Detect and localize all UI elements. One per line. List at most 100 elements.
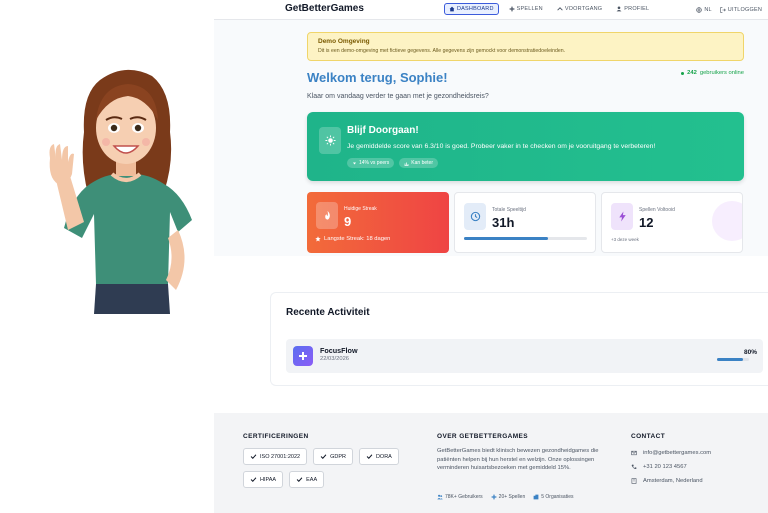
nav-voortgang-label: VOORTGANG: [564, 6, 603, 12]
certifications-title: CERTIFICERINGEN: [243, 433, 309, 440]
motivation-badges: 14% vs peers Kan beter: [347, 158, 438, 168]
cert-label: EAA: [306, 476, 318, 483]
lightning-icon: [611, 203, 633, 230]
nav-voortgang[interactable]: VOORTGANG: [553, 3, 606, 15]
home-icon: [449, 6, 455, 12]
check-icon: [250, 477, 257, 482]
games-value: 12: [639, 215, 654, 230]
top-navigation: GetBetterGames DASHBOARD SPELLEN VOORTGA…: [214, 0, 768, 20]
contact-title: CONTACT: [631, 433, 666, 440]
cert-label: ISO 27001:2022: [260, 453, 301, 460]
nav-spellen[interactable]: SPELLEN: [505, 3, 547, 15]
longest-streak-text: Langste Streak: 18 dagen: [324, 236, 391, 242]
decorative-circle: [712, 201, 742, 241]
main-nav: DASHBOARD SPELLEN VOORTGANG PROFIEL: [444, 3, 653, 15]
users-stat-label: 78K+ Gebruikers: [445, 494, 483, 500]
logout-button[interactable]: UITLOGGEN: [720, 4, 762, 16]
avatar-illustration: [49, 69, 192, 314]
welcome-title: Welkom terug, Sophie!: [307, 70, 448, 85]
dashboard-main: Demo Omgeving Dit is een demo-omgeving m…: [214, 20, 768, 256]
contact-email[interactable]: info@getbettergames.com: [631, 446, 711, 460]
about-title: OVER GETBETTERGAMES: [437, 433, 529, 440]
games-stat: 20+ Spellen: [491, 494, 525, 500]
online-count: 242: [687, 70, 697, 76]
building-icon: [631, 478, 637, 484]
cert-badge: EAA: [289, 471, 325, 488]
brand-logo[interactable]: GetBetterGames: [285, 3, 364, 14]
language-switch[interactable]: NL: [696, 4, 712, 16]
users-icon: [437, 494, 443, 500]
organisations-stat-label: 5 Organisaties: [541, 494, 574, 500]
activity-progress-fill: [717, 358, 743, 361]
contact-address: Amsterdam, Nederland: [631, 474, 711, 488]
online-label: gebruikers online: [699, 70, 744, 76]
playtime-value: 31h: [492, 215, 515, 230]
top-right-actions: NL UITLOGGEN: [696, 4, 762, 16]
demo-notice: Demo Omgeving Dit is een demo-omgeving m…: [307, 32, 744, 61]
activity-percent: 80%: [743, 349, 757, 356]
games-card: Spellen Voltooid 12 +3 deze week: [601, 192, 743, 253]
building-icon: [533, 494, 539, 500]
language-label: NL: [704, 7, 712, 13]
cert-label: HIPAA: [260, 476, 277, 483]
check-icon: [250, 454, 257, 459]
check-icon: [296, 477, 303, 482]
peer-badge: 14% vs peers: [347, 158, 395, 168]
star-icon: [315, 236, 321, 242]
gamepad-icon: [509, 6, 515, 12]
demo-text: Dit is een demo-omgeving met fictieve ge…: [318, 48, 566, 54]
organisations-stat: 5 Organisaties: [533, 494, 573, 500]
about-text: GetBetterGames biedt klinisch bewezen ge…: [437, 448, 599, 472]
demo-title: Demo Omgeving: [318, 38, 370, 45]
sun-icon: [319, 127, 341, 154]
phone-icon: [631, 464, 637, 469]
check-icon: [320, 454, 327, 459]
activity-item[interactable]: FocusFlow 22/03/2026 80%: [286, 339, 763, 373]
nav-profiel[interactable]: PROFIEL: [612, 3, 653, 15]
cert-badge: HIPAA: [243, 471, 284, 488]
online-indicator: 242 gebruikers online: [681, 70, 744, 76]
motivation-title: Blijf Doorgaan!: [347, 125, 419, 136]
clock-icon: [464, 203, 486, 230]
playtime-progress-fill: [464, 237, 548, 240]
trend-icon: [557, 7, 563, 11]
cert-badge: GDPR: [313, 448, 353, 465]
globe-icon: [696, 7, 703, 13]
status-badge-label: Kan beter: [411, 160, 433, 166]
flame-icon: [316, 202, 338, 229]
games-label: Spellen Voltooid: [639, 207, 675, 213]
check-icon: [366, 454, 373, 459]
welcome-subtitle: Klaar om vandaag verder te gaan met je g…: [307, 93, 489, 100]
nav-spellen-label: SPELLEN: [516, 6, 543, 12]
streak-card: Huidige Streak 9 Langste Streak: 18 dage…: [307, 192, 449, 253]
logout-icon: [720, 7, 726, 13]
contact-email-text: info@getbettergames.com: [643, 450, 712, 456]
motivation-text: Je gemiddelde score van 6.3/10 is goed. …: [347, 143, 656, 150]
playtime-progress: [464, 237, 587, 240]
streak-label: Huidige Streak: [344, 206, 377, 212]
certifications-list: ISO 27001:2022 GDPR DORA HIPAA EAA: [243, 448, 403, 488]
logout-label: UITLOGGEN: [727, 7, 762, 13]
activity-progress: [717, 358, 749, 361]
about-stats: 78K+ Gebruikers 20+ Spellen 5 Organisati…: [437, 494, 573, 500]
mail-icon: [631, 450, 637, 456]
recent-activity-section: Recente Activiteit FocusFlow 22/03/2026 …: [270, 292, 768, 386]
contact-phone[interactable]: +31 20 123 4567: [631, 460, 711, 474]
contact-list: info@getbettergames.com +31 20 123 4567 …: [631, 446, 711, 488]
games-weekly: +3 deze week: [611, 237, 639, 242]
activity-date: 22/03/2026: [320, 356, 350, 362]
activity-name: FocusFlow: [320, 346, 358, 355]
users-stat: 78K+ Gebruikers: [437, 494, 483, 500]
streak-value: 9: [344, 214, 352, 229]
nav-profiel-label: PROFIEL: [624, 6, 650, 12]
nav-dashboard[interactable]: DASHBOARD: [444, 3, 499, 15]
contact-address-text: Amsterdam, Nederland: [643, 478, 703, 484]
peer-badge-label: 14% vs peers: [359, 160, 390, 166]
game-icon: [293, 346, 313, 366]
playtime-label: Totale Speeltijd: [492, 207, 526, 213]
footer: CERTIFICERINGEN ISO 27001:2022 GDPR DORA…: [214, 413, 768, 513]
online-dot-icon: [681, 71, 685, 75]
cert-label: GDPR: [330, 453, 346, 460]
recent-activity-title: Recente Activiteit: [286, 307, 370, 318]
section-gap: [214, 256, 768, 292]
